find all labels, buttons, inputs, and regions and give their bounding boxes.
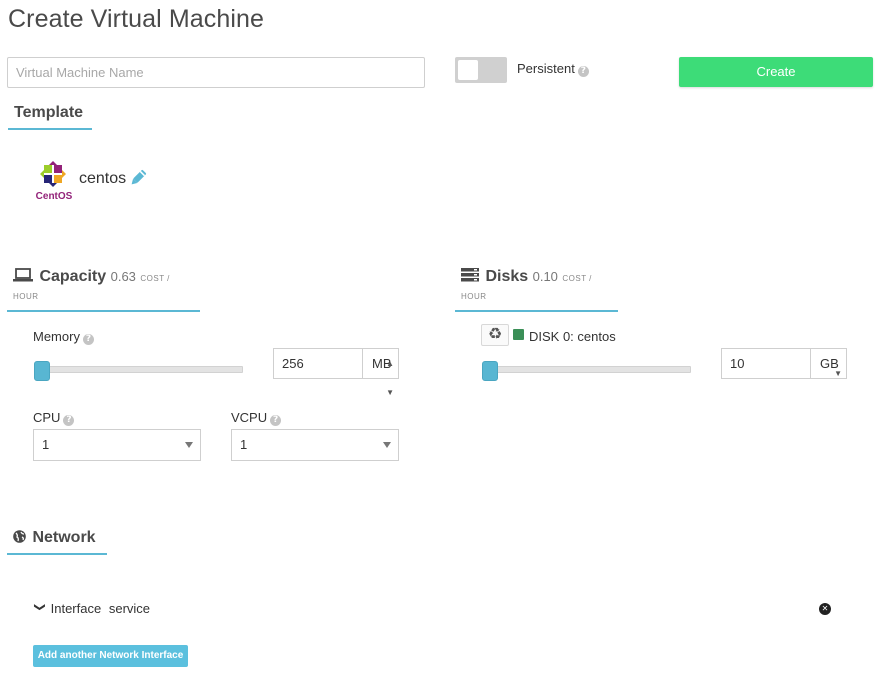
create-button[interactable]: Create (679, 57, 873, 87)
cpu-label: CPU? (33, 410, 75, 426)
template-heading-text: Template (14, 104, 84, 121)
vcpu-select[interactable]: 1 (231, 429, 399, 461)
memory-unit-select[interactable]: MB ▲ ▼ (363, 348, 399, 397)
question-circle-icon: ? (82, 334, 94, 345)
disk-slider-handle[interactable] (482, 361, 498, 381)
cpu-label-text: CPU (33, 410, 61, 425)
question-circle-icon: ? (577, 66, 589, 77)
cpu-value: 1 (42, 437, 50, 452)
disks-cost: 0.10 (532, 269, 558, 284)
laptop-icon (13, 268, 33, 282)
memory-label-text: Memory (33, 329, 80, 344)
disk-color-swatch (513, 329, 524, 340)
interface-label: Interface (50, 601, 102, 616)
cpu-select[interactable]: 1 (33, 429, 201, 461)
disk-unit-select[interactable]: GB ▼ (811, 348, 847, 379)
template-section-heading: Template (8, 104, 92, 130)
disk-size-input[interactable]: 10 (721, 348, 811, 379)
recycle-icon[interactable]: ♻ (481, 324, 509, 346)
centos-logo-icon: CentOS (36, 161, 73, 201)
pencil-icon[interactable] (128, 168, 148, 188)
capacity-heading-text: Capacity (39, 268, 107, 285)
page-title: Create Virtual Machine (8, 5, 265, 33)
vcpu-label-text: VCPU (231, 410, 268, 425)
caret-down-icon: ▼ (834, 369, 842, 378)
capacity-cost: 0.63 (110, 269, 136, 284)
server-icon (461, 268, 479, 282)
memory-label: Memory? (33, 329, 94, 345)
persistent-label-text: Persistent (517, 61, 575, 76)
disk-slider-track[interactable] (485, 366, 691, 373)
toggle-knob (458, 60, 478, 80)
close-icon[interactable]: ✕ (819, 603, 831, 615)
question-circle-icon: ? (63, 415, 75, 426)
memory-slider-track[interactable] (37, 366, 243, 373)
globe-icon (13, 530, 26, 543)
caret-down-icon (383, 442, 391, 448)
template-name: centos (79, 170, 127, 187)
question-circle-icon: ? (270, 415, 282, 426)
memory-slider-handle[interactable] (34, 361, 50, 381)
add-network-interface-button[interactable]: Add another Network Interface (33, 645, 188, 667)
capacity-section-heading: Capacity 0.63 COST / HOUR (7, 268, 200, 312)
vcpu-value: 1 (240, 437, 248, 452)
vm-name-input[interactable] (7, 57, 425, 88)
network-section-heading: Network (7, 529, 107, 555)
network-interface-row[interactable]: ❯ Interface service (33, 601, 151, 617)
interface-name: service (108, 601, 151, 616)
persistent-label: Persistent? (517, 61, 589, 77)
chevron-down-icon[interactable]: ❯ (34, 603, 47, 617)
disk0-label: DISK 0: centos (529, 329, 616, 344)
disks-heading-text: Disks (485, 268, 529, 285)
caret-down-icon (185, 442, 193, 448)
network-heading-text: Network (32, 529, 96, 546)
persistent-toggle[interactable] (455, 57, 507, 83)
vcpu-label: VCPU? (231, 410, 282, 426)
disks-section-heading: Disks 0.10 COST / HOUR (455, 268, 618, 312)
memory-input[interactable]: 256 (273, 348, 363, 379)
unit-caret-icon: ▲ ▼ (386, 359, 394, 397)
centos-logo-text: CentOS (36, 191, 73, 201)
